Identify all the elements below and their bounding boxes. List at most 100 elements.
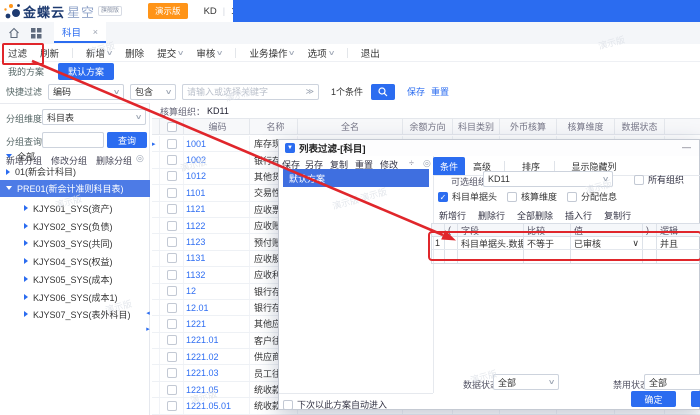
scope-checkbox[interactable]: ✓ (438, 192, 448, 202)
dialog-gear-icon[interactable]: ◎ (423, 158, 431, 169)
row-checkbox[interactable] (167, 319, 177, 329)
ok-button[interactable]: 确定 (631, 391, 676, 407)
disable-status-select[interactable]: 全部 (644, 374, 700, 390)
sidebar-tree-item[interactable]: KJYS06_SYS(成本1) (0, 289, 150, 306)
tab-close-icon[interactable]: × (93, 27, 98, 37)
toolbar-button-业务操作[interactable]: 业务操作∨ (249, 46, 294, 60)
tree-expand-icon[interactable] (6, 154, 12, 158)
sidebar-tree-item[interactable]: 全部 (0, 148, 150, 165)
sidebar-tree-item[interactable]: KJYS04_SYS(权益) (0, 253, 150, 270)
sidebar-tree-item[interactable]: PRE01(新会计准则科目表) (0, 180, 150, 197)
toolbar-button-删除[interactable]: 删除 (125, 46, 144, 60)
row-checkbox[interactable] (167, 253, 177, 263)
row-checkbox[interactable] (167, 221, 177, 231)
row-checkbox[interactable] (167, 155, 177, 165)
grid-action-复制行[interactable]: 复制行 (604, 209, 631, 222)
my-scheme-label[interactable]: 我的方案 (8, 65, 44, 78)
divide-layout-icon[interactable]: ÷ (409, 158, 414, 168)
tree-collapse-icon[interactable] (24, 223, 28, 229)
keyword-input[interactable]: 请输入或选择关键字 ≫ (182, 84, 319, 100)
dialog-tab-条件[interactable]: 条件 (433, 157, 465, 175)
account-code-link[interactable]: 1101 (186, 188, 205, 198)
account-code-link[interactable]: 12 (186, 286, 196, 296)
sidebar-tree-item[interactable]: KJYS05_SYS(成本) (0, 271, 150, 288)
row-checkbox[interactable] (167, 139, 177, 149)
tree-collapse-icon[interactable] (24, 276, 28, 282)
toolbar-button-选项[interactable]: 选项∨ (308, 46, 334, 60)
scope-checkbox[interactable] (567, 192, 577, 202)
filter-field-select[interactable]: 编码∨ (48, 84, 124, 100)
scope-option-核算维度[interactable]: 核算维度 (507, 190, 557, 203)
sidebar-tree-item[interactable]: KJYS01_SYS(资产) (0, 200, 150, 217)
account-code-link[interactable]: 1121 (186, 204, 205, 214)
auto-enter-row[interactable]: 下次以此方案自动进入 (283, 398, 387, 411)
expand-chevrons-icon[interactable]: ≫ (306, 87, 314, 96)
row-checkbox[interactable] (167, 401, 177, 411)
condition-count[interactable]: 1个条件 (331, 85, 363, 98)
sidebar-tree-item[interactable]: KJYS07_SYS(表外科目) (0, 306, 150, 323)
row-checkbox[interactable] (167, 286, 177, 296)
all-orgs-option[interactable]: 所有组织 (634, 173, 684, 186)
toolbar-button-审核[interactable]: 审核∨ (196, 46, 222, 60)
scope-option-科目单据头[interactable]: ✓科目单据头 (438, 190, 497, 203)
grid-action-全部删除[interactable]: 全部删除 (517, 209, 553, 222)
account-code-link[interactable]: 1132 (186, 270, 205, 280)
apps-grid-icon[interactable] (31, 28, 42, 39)
tab-accounts[interactable]: 科目 × (54, 22, 106, 43)
account-code-link[interactable]: 1122 (186, 221, 205, 231)
tree-collapse-icon[interactable] (24, 205, 28, 211)
all-orgs-checkbox[interactable] (634, 175, 644, 185)
home-icon[interactable] (8, 27, 20, 39)
sidebar-tree-item[interactable]: 01(新会计科目) (0, 163, 150, 180)
tree-collapse-icon[interactable] (24, 311, 28, 317)
toolbar-button-提交[interactable]: 提交∨ (157, 46, 183, 60)
account-code-link[interactable]: 1221.01 (186, 335, 219, 345)
account-code-link[interactable]: 1131 (186, 253, 205, 263)
account-code-link[interactable]: 1001 (186, 139, 206, 149)
tree-collapse-icon[interactable] (24, 240, 28, 246)
group-search-button[interactable]: 查询 (107, 132, 147, 148)
account-code-link[interactable]: 1221.03 (186, 368, 219, 378)
dialog-scheme-item[interactable]: 默认方案 (283, 169, 429, 187)
auto-enter-checkbox[interactable] (283, 400, 293, 410)
tree-collapse-icon[interactable] (24, 258, 28, 264)
account-code-link[interactable]: 1012 (186, 171, 206, 181)
save-filter-button[interactable]: 保存 (407, 85, 425, 98)
row-checkbox[interactable] (167, 171, 177, 181)
account-code-link[interactable]: 12.01 (186, 303, 209, 313)
grid-action-删除行[interactable]: 删除行 (478, 209, 505, 222)
row-checkbox[interactable] (167, 368, 177, 378)
tree-collapse-icon[interactable] (6, 169, 10, 175)
row-checkbox[interactable] (167, 204, 177, 214)
toolbar-button-退出[interactable]: 退出 (361, 46, 380, 60)
dialog-title-bar[interactable]: ▼ 列表过滤-[科目] — (279, 140, 699, 156)
account-code-link[interactable]: 1221.05.01 (186, 401, 231, 411)
filter-operator-select[interactable]: 包含∨ (130, 84, 176, 100)
row-checkbox[interactable] (167, 237, 177, 247)
group-search-input[interactable] (42, 132, 104, 148)
sidebar-collapse-handle[interactable]: ◂▸ (144, 306, 152, 342)
account-code-link[interactable]: 1221 (186, 319, 206, 329)
minimize-icon[interactable]: — (682, 142, 691, 152)
scope-checkbox[interactable] (507, 192, 517, 202)
sidebar-tree-item[interactable]: KJYS02_SYS(负债) (0, 218, 150, 235)
data-status-select[interactable]: 全部∨ (493, 374, 559, 390)
row-checkbox[interactable] (167, 352, 177, 362)
cancel-button[interactable]: 取消 (691, 391, 700, 407)
row-checkbox[interactable] (167, 303, 177, 313)
reset-filter-button[interactable]: 重置 (431, 85, 449, 98)
toolbar-button-新增[interactable]: 新增∨ (86, 46, 112, 60)
row-checkbox[interactable] (167, 188, 177, 198)
dimension-select[interactable]: 科目表∨ (42, 109, 146, 125)
grid-action-新增行[interactable]: 新增行 (439, 209, 466, 222)
selectable-org-select[interactable]: KD11∨ (483, 171, 613, 187)
account-code-link[interactable]: 1002 (186, 155, 206, 165)
row-checkbox[interactable] (167, 385, 177, 395)
tree-collapse-icon[interactable] (24, 294, 28, 300)
default-scheme-chip[interactable]: 默认方案 (58, 63, 114, 80)
row-checkbox[interactable] (167, 335, 177, 345)
sidebar-tree-item[interactable]: KJYS03_SYS(共同) (0, 235, 150, 252)
search-button[interactable] (371, 84, 395, 100)
account-code-link[interactable]: 1221.02 (186, 352, 219, 362)
grid-action-插入行[interactable]: 插入行 (565, 209, 592, 222)
